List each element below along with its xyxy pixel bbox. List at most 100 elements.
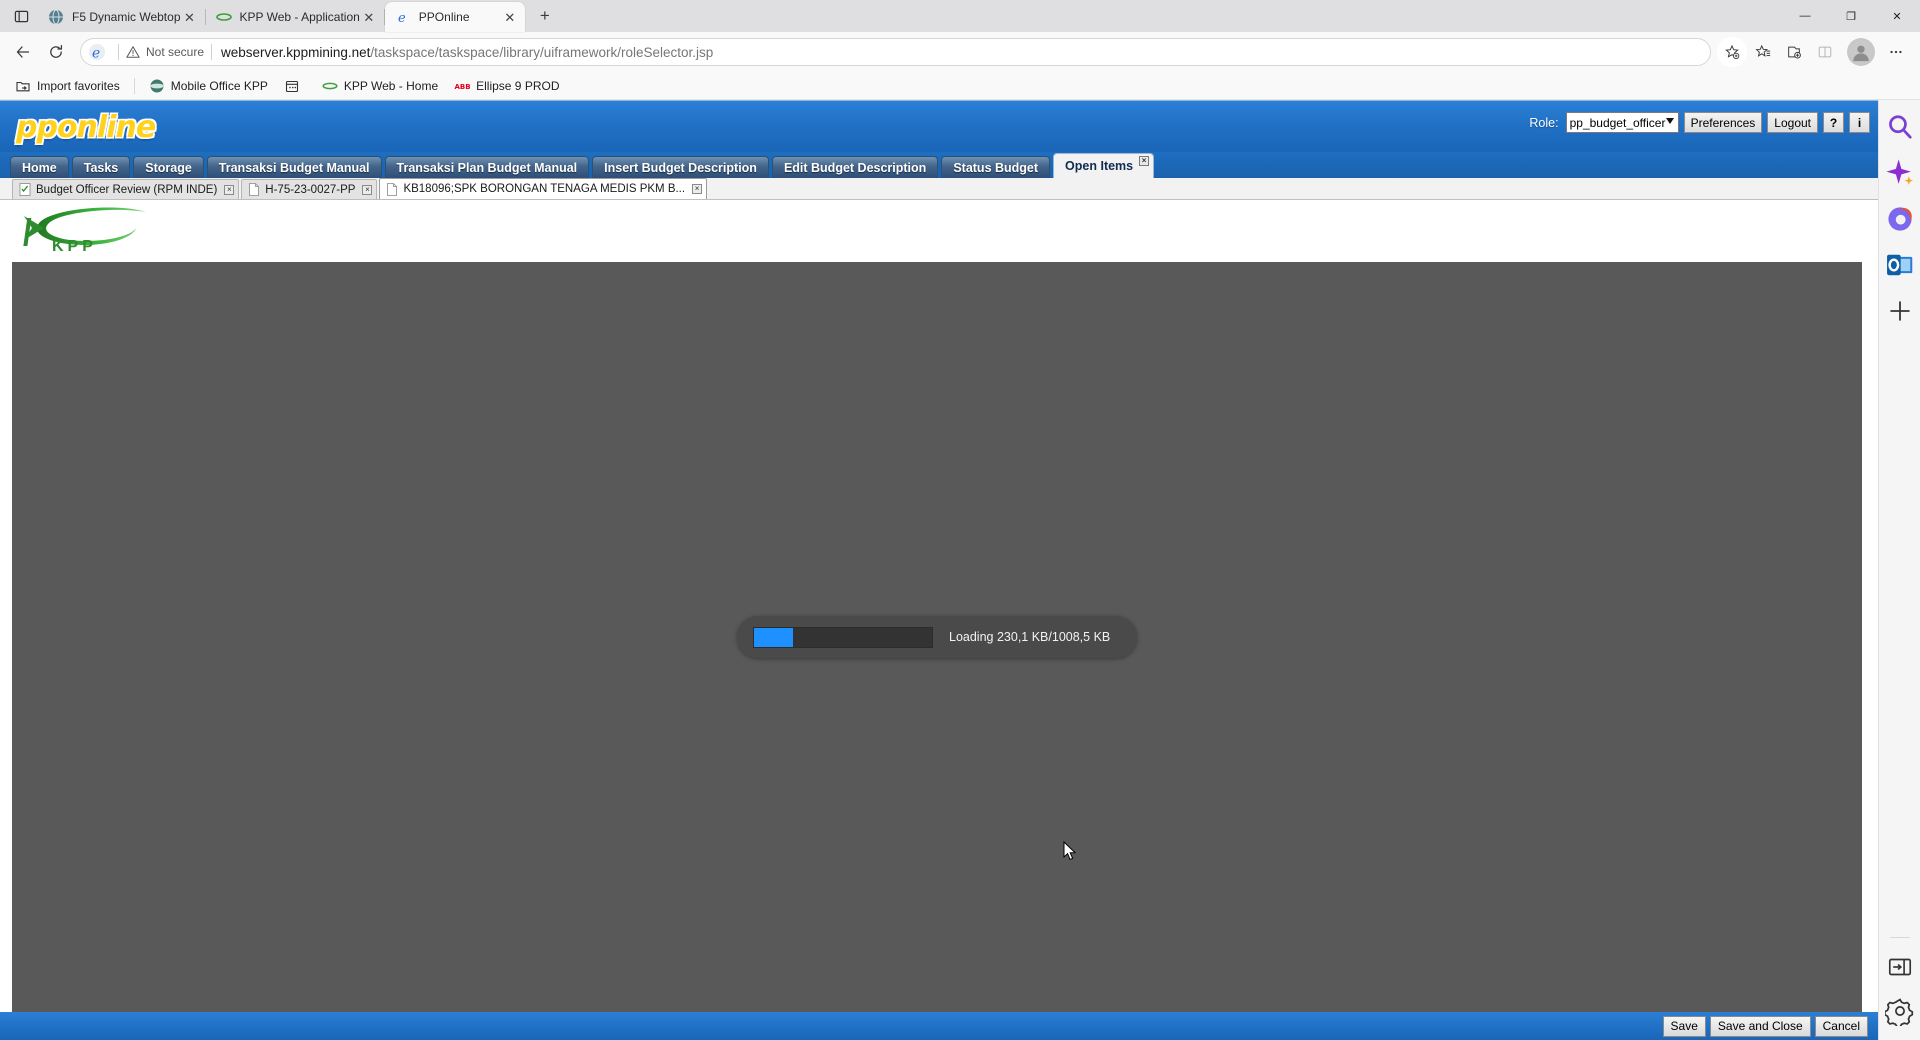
sub-tab-close-icon[interactable]: × <box>224 184 235 195</box>
browser-tab-2[interactable]: e PPOnline ✕ <box>384 2 525 32</box>
nav-tab-transaksi-plan-budget-manual[interactable]: Transaksi Plan Budget Manual <box>384 156 590 178</box>
document-icon <box>386 182 398 196</box>
nav-tab-status-budget[interactable]: Status Budget <box>941 156 1051 178</box>
calendar-icon <box>284 78 300 94</box>
nav-tab-open-items[interactable]: Open Items × <box>1053 153 1155 178</box>
collections-icon[interactable] <box>1779 37 1809 67</box>
app-header: pponline Role: pp_budget_officer Prefere… <box>0 100 1878 152</box>
close-window-button[interactable]: ✕ <box>1874 0 1920 32</box>
content-area: KPP Loading 230,1 KB/1008,5 KB <box>0 200 1878 1012</box>
abb-icon: ABB <box>454 78 471 94</box>
logout-button[interactable]: Logout <box>1767 112 1818 133</box>
nav-tab-storage[interactable]: Storage <box>133 156 204 178</box>
f5-globe-icon <box>48 9 64 25</box>
browser-toolbar-actions <box>1717 37 1912 67</box>
browser-tab-1[interactable]: KPP Web - Application ✕ <box>206 2 386 32</box>
minimize-button[interactable]: — <box>1782 0 1828 32</box>
import-favorites-icon <box>15 78 31 94</box>
role-select[interactable]: pp_budget_officer <box>1565 112 1679 133</box>
sidebar-divider <box>1889 937 1910 938</box>
add-sidebar-icon[interactable] <box>1885 296 1915 326</box>
microsoft365-icon[interactable] <box>1885 204 1915 234</box>
preferences-button[interactable]: Preferences <box>1683 112 1763 133</box>
nav-tab-open-items-label: Open Items <box>1065 159 1134 173</box>
nav-tab-insert-budget-description[interactable]: Insert Budget Description <box>592 156 769 178</box>
omnibox-divider-2 <box>211 44 213 60</box>
url-path: /taskspace/taskspace/library/uiframework… <box>370 44 714 60</box>
nav-tab-edit-budget-description[interactable]: Edit Budget Description <box>771 156 939 178</box>
omnibox-divider <box>118 44 119 60</box>
bookmarks-bar: Import favorites Mobile Office KPP KPP W… <box>0 72 1920 100</box>
cancel-button[interactable]: Cancel <box>1814 1015 1868 1037</box>
browser-tab-title: PPOnline <box>418 10 470 24</box>
page-viewport: pponline Role: pp_budget_officer Prefere… <box>0 100 1920 1040</box>
tab-close-icon[interactable]: ✕ <box>501 8 519 26</box>
more-options-icon[interactable] <box>1881 37 1911 67</box>
bookmark-label: KPP Web - Home <box>343 78 439 93</box>
bookmark-mobile-office-kpp[interactable]: Mobile Office KPP <box>142 75 275 97</box>
mobile-office-icon <box>149 78 165 94</box>
browser-tab-title: KPP Web - Application <box>239 10 360 24</box>
pponline-logo: pponline <box>16 110 156 145</box>
sub-tab-kb18096[interactable]: KB18096;SPK BORONGAN TENAGA MEDIS PKM B.… <box>379 178 708 199</box>
toggle-sidebar-icon[interactable] <box>1885 952 1915 982</box>
web-page: pponline Role: pp_budget_officer Prefere… <box>0 100 1878 1040</box>
refresh-icon[interactable] <box>41 37 71 67</box>
kpp-logo: KPP <box>14 206 159 262</box>
browser-window: F5 Dynamic Webtop ✕ KPP Web - Applicatio… <box>0 0 1920 1040</box>
bookmark-import-favorites[interactable]: Import favorites <box>8 75 127 97</box>
bookmarks-divider <box>133 77 135 94</box>
bookmark-ellipse-9-prod[interactable]: ABB Ellipse 9 PROD <box>447 75 566 97</box>
bookmark-kpp-web-home[interactable]: KPP Web - Home <box>315 75 445 97</box>
kpp-logo-text: KPP <box>52 238 97 255</box>
new-tab-button[interactable]: + <box>531 2 559 30</box>
search-icon[interactable] <box>1885 112 1915 142</box>
warning-triangle-icon <box>126 46 140 58</box>
sub-tab-close-icon[interactable]: × <box>692 184 703 194</box>
kpp-swoosh-icon <box>215 9 232 25</box>
sub-tab-label: KB18096;SPK BORONGAN TENAGA MEDIS PKM B.… <box>403 183 686 195</box>
document-icon <box>248 183 260 196</box>
main-nav-tabs: Home Tasks Storage Transaksi Budget Manu… <box>0 152 1878 178</box>
url-text: webserver.kppmining.net/taskspace/tasksp… <box>221 45 1702 60</box>
favorites-icon[interactable] <box>1748 37 1778 67</box>
url-host: webserver.kppmining.net <box>221 44 371 60</box>
sub-tab-budget-officer-review[interactable]: Budget Officer Review (RPM INDE) × <box>12 179 240 199</box>
help-button[interactable]: ? <box>1823 112 1844 133</box>
add-favorite-icon[interactable] <box>1717 37 1747 67</box>
address-bar[interactable]: e Not secure webserver.kppmining.net/tas… <box>80 38 1711 66</box>
nav-tab-close-icon[interactable]: × <box>1139 156 1150 166</box>
security-status-text: Not secure <box>146 45 205 59</box>
outlook-icon[interactable] <box>1885 250 1915 280</box>
svg-text:e: e <box>398 11 406 25</box>
settings-gear-icon[interactable] <box>1884 996 1915 1026</box>
browser-tab-title: F5 Dynamic Webtop <box>72 10 181 24</box>
save-and-close-button[interactable]: Save and Close <box>1709 1015 1811 1037</box>
security-status[interactable]: Not secure <box>126 45 204 59</box>
restore-button[interactable]: ❐ <box>1828 0 1874 32</box>
sub-tab-bar: Budget Officer Review (RPM INDE) × H-75-… <box>0 178 1878 200</box>
back-icon[interactable] <box>8 37 38 67</box>
nav-tab-tasks[interactable]: Tasks <box>71 156 131 178</box>
info-button[interactable]: i <box>1849 112 1870 133</box>
loading-progress-bar <box>753 626 933 648</box>
nav-tab-transaksi-budget-manual[interactable]: Transaksi Budget Manual <box>206 156 382 178</box>
split-screen-icon[interactable] <box>1810 37 1840 67</box>
checklist-doc-icon <box>19 183 31 196</box>
bookmark-label: Mobile Office KPP <box>170 78 268 93</box>
browser-navigation-bar: e Not secure webserver.kppmining.net/tas… <box>0 32 1920 72</box>
tab-close-icon[interactable]: ✕ <box>181 8 199 26</box>
copilot-sparkle-icon[interactable] <box>1885 158 1915 188</box>
save-button[interactable]: Save <box>1662 1015 1706 1037</box>
sub-tab-h-75-23-0027-pp[interactable]: H-75-23-0027-PP × <box>241 179 378 199</box>
browser-tab-0[interactable]: F5 Dynamic Webtop ✕ <box>38 2 205 32</box>
tabs-row: F5 Dynamic Webtop ✕ KPP Web - Applicatio… <box>38 0 526 32</box>
tab-search-icon[interactable] <box>4 2 38 30</box>
role-label: Role: <box>1529 115 1559 130</box>
profile-avatar[interactable] <box>1847 38 1875 66</box>
edge-legacy-icon: e <box>395 9 411 25</box>
nav-tab-home[interactable]: Home <box>10 156 69 178</box>
sub-tab-close-icon[interactable]: × <box>362 184 373 195</box>
bookmark-calendar[interactable] <box>277 75 313 97</box>
tab-close-icon[interactable]: ✕ <box>360 8 378 26</box>
